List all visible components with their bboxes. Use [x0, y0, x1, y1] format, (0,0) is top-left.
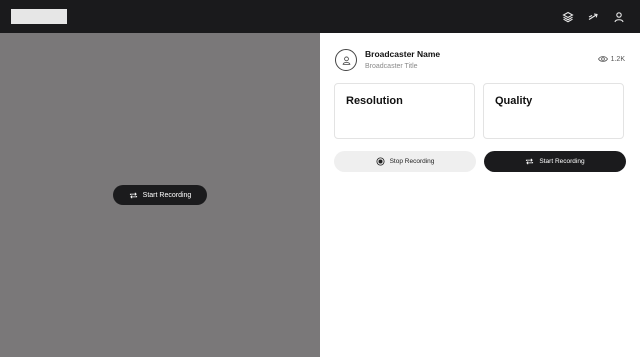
quality-card[interactable]: Quality [483, 83, 624, 139]
logo[interactable] [11, 9, 67, 24]
side-panel: Broadcaster Name Broadcaster Title 1.2K … [320, 33, 640, 357]
user-icon[interactable] [612, 10, 626, 24]
avatar [335, 49, 357, 71]
eye-icon [597, 56, 608, 62]
broadcaster-title: Broadcaster Title [365, 63, 418, 70]
share-icon[interactable] [586, 10, 600, 24]
user-avatar-icon [342, 56, 350, 65]
resolution-label: Resolution [346, 95, 403, 107]
video-start-recording-button[interactable]: Start Recording [113, 185, 207, 205]
top-bar [0, 0, 640, 33]
start-recording-label: Start Recording [539, 158, 585, 165]
stop-recording-label: Stop Recording [389, 158, 435, 165]
video-start-recording-label: Start Recording [142, 191, 192, 199]
repeat-icon [526, 158, 534, 165]
view-count-value: 1.2K [610, 55, 625, 63]
start-recording-button[interactable]: Start Recording [484, 151, 626, 172]
broadcaster-name: Broadcaster Name [365, 49, 441, 59]
view-count: 1.2K [597, 55, 625, 63]
video-player[interactable]: Start Recording [0, 33, 320, 357]
quality-label: Quality [495, 95, 533, 107]
resolution-card[interactable]: Resolution [334, 83, 475, 139]
repeat-icon [129, 192, 137, 198]
stop-recording-button[interactable]: Stop Recording [334, 151, 476, 172]
layers-icon[interactable] [561, 10, 575, 24]
stop-record-icon [376, 157, 385, 166]
